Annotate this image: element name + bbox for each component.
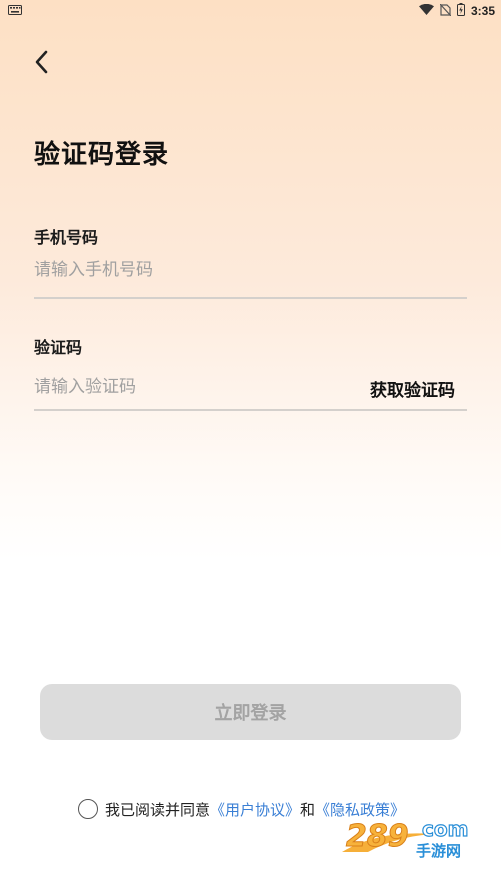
battery-icon <box>456 3 465 19</box>
status-time: 3:35 <box>470 4 495 18</box>
code-label: 验证码 <box>34 338 83 357</box>
watermark-brand: 289 <box>346 819 409 854</box>
page-title: 验证码登录 <box>34 140 170 170</box>
no-sim-icon <box>439 3 452 19</box>
code-divider <box>34 409 467 411</box>
wifi-icon <box>418 3 434 18</box>
chevron-left-icon <box>34 50 50 78</box>
phone-divider <box>34 297 467 299</box>
agreement-checkbox[interactable] <box>78 799 98 819</box>
agreement-conjunction: 和 <box>300 800 316 819</box>
user-agreement-link[interactable]: 《用户协议》 <box>210 799 300 820</box>
watermark-tagline: 手游网 <box>416 842 461 860</box>
status-left <box>8 4 22 18</box>
agreement-text: 我已阅读并同意 <box>105 800 211 819</box>
phone-label: 手机号码 <box>34 228 99 247</box>
phone-input[interactable] <box>34 252 467 288</box>
back-button[interactable] <box>26 48 58 80</box>
get-code-button[interactable]: 获取验证码 <box>370 376 455 401</box>
code-input[interactable] <box>34 369 334 405</box>
status-bar: 3:35 <box>0 0 501 22</box>
watermark-suffix: com <box>422 817 468 841</box>
keyboard-icon <box>8 4 22 18</box>
site-watermark-logo: 289 com 手游网 <box>338 812 488 872</box>
login-button[interactable]: 立即登录 <box>40 684 461 740</box>
status-right: 3:35 <box>418 3 495 19</box>
